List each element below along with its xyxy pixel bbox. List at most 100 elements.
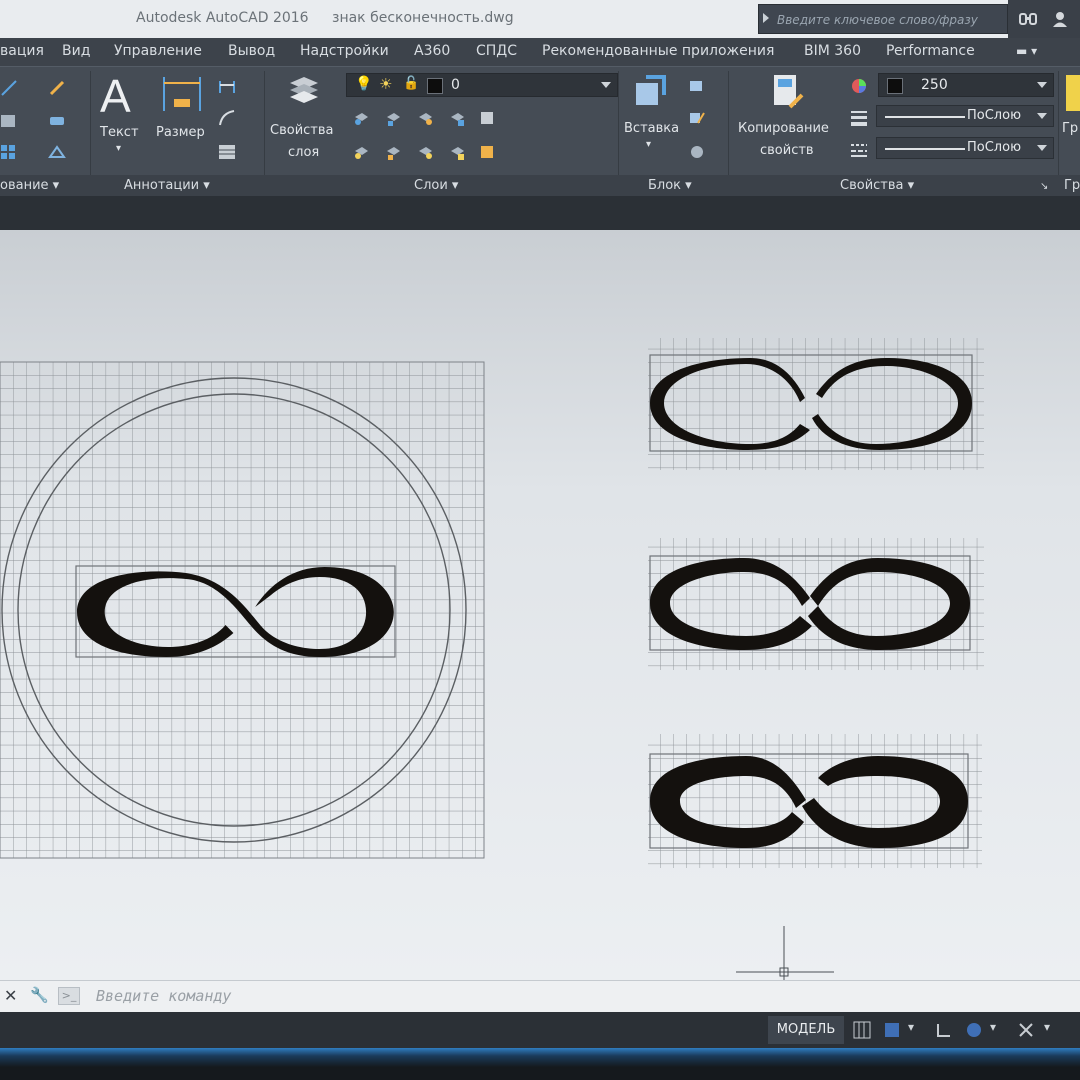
panel-groups-title[interactable]: Гр <box>1064 178 1080 193</box>
table-icon[interactable] <box>218 143 236 161</box>
binoculars-icon[interactable] <box>1018 9 1038 29</box>
tab-manage[interactable]: Управление <box>114 43 202 59</box>
tab-performance[interactable]: Performance <box>886 43 975 59</box>
snap-mode-icon[interactable] <box>882 1020 902 1040</box>
layer-match-icon[interactable] <box>478 109 496 127</box>
command-history-icon[interactable]: >_ <box>58 987 80 1005</box>
insert-chevron-icon[interactable]: ▾ <box>646 139 651 150</box>
dimension-tool-icon[interactable] <box>160 73 204 115</box>
layer-on-icon[interactable] <box>352 143 370 161</box>
tab-featured-apps[interactable]: Рекомендованные приложения <box>542 43 774 59</box>
help-search-input[interactable] <box>777 11 1003 29</box>
ribbon-panel-titles: ование ▾ Аннотации ▾ Слои ▾ Блок ▾ Свойс… <box>0 175 1080 197</box>
main-logo-drawing[interactable] <box>0 361 485 859</box>
chevron-down-icon <box>601 82 611 88</box>
panel-draw-title[interactable]: ование ▾ <box>0 178 59 193</box>
lock-open-icon: 🔓 <box>403 76 420 91</box>
ribbon-tabs: вация Вид Управление Вывод Надстройки А3… <box>0 38 1080 66</box>
eraser-icon[interactable] <box>48 111 66 129</box>
layer-properties-icon[interactable] <box>286 73 322 109</box>
help-search-box[interactable] <box>758 4 1008 34</box>
match-properties-label-2[interactable]: свойств <box>760 143 814 158</box>
layer-thaw-icon[interactable] <box>416 143 434 161</box>
tab-a360[interactable]: А360 <box>414 43 450 59</box>
lightbulb-icon: 💡 <box>355 76 373 92</box>
insert-block-icon[interactable] <box>630 73 670 113</box>
wrench-icon[interactable]: 🔧 <box>30 986 49 1004</box>
lineweight-icon[interactable] <box>850 109 868 127</box>
layer-walk-icon[interactable] <box>478 143 496 161</box>
layer-freeze-icon[interactable] <box>416 109 434 127</box>
measure-icon[interactable] <box>48 143 66 161</box>
command-line: ✕ 🔧 >_ <box>0 980 1080 1012</box>
match-properties-icon[interactable] <box>770 73 806 113</box>
chevron-down-icon <box>1037 145 1047 151</box>
model-space-button[interactable]: МОДЕЛЬ <box>768 1016 844 1044</box>
isodraft-chevron-icon[interactable]: ▾ <box>1044 1020 1064 1040</box>
hatch-icon[interactable] <box>0 111 18 129</box>
group-icon[interactable] <box>1064 73 1080 113</box>
close-icon[interactable]: ✕ <box>4 986 17 1005</box>
layer-lock-icon[interactable] <box>448 109 466 127</box>
match-properties-label-1[interactable]: Копирование <box>738 121 829 136</box>
pencil-icon[interactable] <box>48 79 66 97</box>
panel-properties-title[interactable]: Свойства ▾ <box>840 178 914 193</box>
model-space[interactable] <box>0 230 1080 980</box>
ribbon-minimize-icon[interactable]: ▬ ▾ <box>1016 44 1037 58</box>
search-expand-icon[interactable] <box>763 13 769 23</box>
drawing-canvas[interactable] <box>0 230 1080 980</box>
line-tool-icon[interactable] <box>0 79 18 97</box>
tab-spds[interactable]: СПДС <box>476 43 517 59</box>
tab-annotate[interactable]: вация <box>0 43 44 59</box>
infinity-variant-1[interactable] <box>648 338 984 470</box>
dimension-tool-label[interactable]: Размер <box>156 125 205 140</box>
panel-layers-title[interactable]: Слои ▾ <box>414 178 458 193</box>
user-account-icon[interactable] <box>1050 9 1070 29</box>
lineweight-dropdown[interactable]: ПоСлою <box>876 105 1054 127</box>
infinity-variant-3[interactable] <box>648 734 982 868</box>
array-icon[interactable] <box>0 143 18 161</box>
infinity-variant-2[interactable] <box>648 538 984 670</box>
layer-isolate-icon[interactable] <box>384 109 402 127</box>
groups-label[interactable]: Гр <box>1062 121 1078 136</box>
tab-addins[interactable]: Надстройки <box>300 43 389 59</box>
snap-chevron-icon[interactable]: ▾ <box>908 1020 928 1040</box>
color-dropdown[interactable]: 250 <box>878 73 1054 97</box>
linetype-dropdown[interactable]: ПоСлою <box>876 137 1054 159</box>
polar-chevron-icon[interactable]: ▾ <box>990 1020 1010 1040</box>
layer-unisolate-icon[interactable] <box>384 143 402 161</box>
crosshair-cursor <box>736 926 834 980</box>
isodraft-icon[interactable] <box>1016 1020 1036 1040</box>
insert-block-label[interactable]: Вставка <box>624 121 679 136</box>
create-block-icon[interactable] <box>688 77 706 95</box>
linear-dimension-icon[interactable] <box>218 77 236 95</box>
panel-launcher-icon[interactable]: ↘ <box>1040 181 1048 192</box>
panel-annotations-title[interactable]: Аннотации ▾ <box>124 178 210 193</box>
document-title: знак бесконечность.dwg <box>332 10 514 26</box>
file-tabs-strip <box>0 196 1080 230</box>
tab-bim360[interactable]: BIM 360 <box>804 43 861 59</box>
attribute-icon[interactable] <box>688 143 706 161</box>
linetype-icon[interactable] <box>850 141 868 159</box>
ortho-mode-icon[interactable] <box>934 1020 954 1040</box>
lineweight-preview <box>885 116 965 118</box>
layer-dropdown[interactable]: 💡 ☀ 🔓 0 <box>346 73 618 97</box>
text-tool-icon[interactable]: A <box>100 69 131 123</box>
layer-name: 0 <box>451 77 460 93</box>
color-wheel-icon[interactable] <box>850 77 868 95</box>
layer-unlock-icon[interactable] <box>448 143 466 161</box>
polar-tracking-icon[interactable] <box>964 1020 984 1040</box>
tab-view[interactable]: Вид <box>62 43 90 59</box>
layer-properties-label-2[interactable]: слоя <box>288 145 319 160</box>
grid-toggle-icon[interactable] <box>852 1020 872 1040</box>
monitor-bezel <box>0 1048 1080 1080</box>
edit-block-icon[interactable] <box>688 109 706 127</box>
command-input[interactable] <box>96 985 696 1007</box>
tab-output[interactable]: Вывод <box>228 43 275 59</box>
layer-off-icon[interactable] <box>352 109 370 127</box>
text-tool-chevron-icon[interactable]: ▾ <box>116 143 121 154</box>
text-tool-label[interactable]: Текст <box>100 125 139 140</box>
leader-icon[interactable] <box>218 109 236 127</box>
layer-properties-label-1[interactable]: Свойства <box>270 123 334 138</box>
panel-block-title[interactable]: Блок ▾ <box>648 178 692 193</box>
